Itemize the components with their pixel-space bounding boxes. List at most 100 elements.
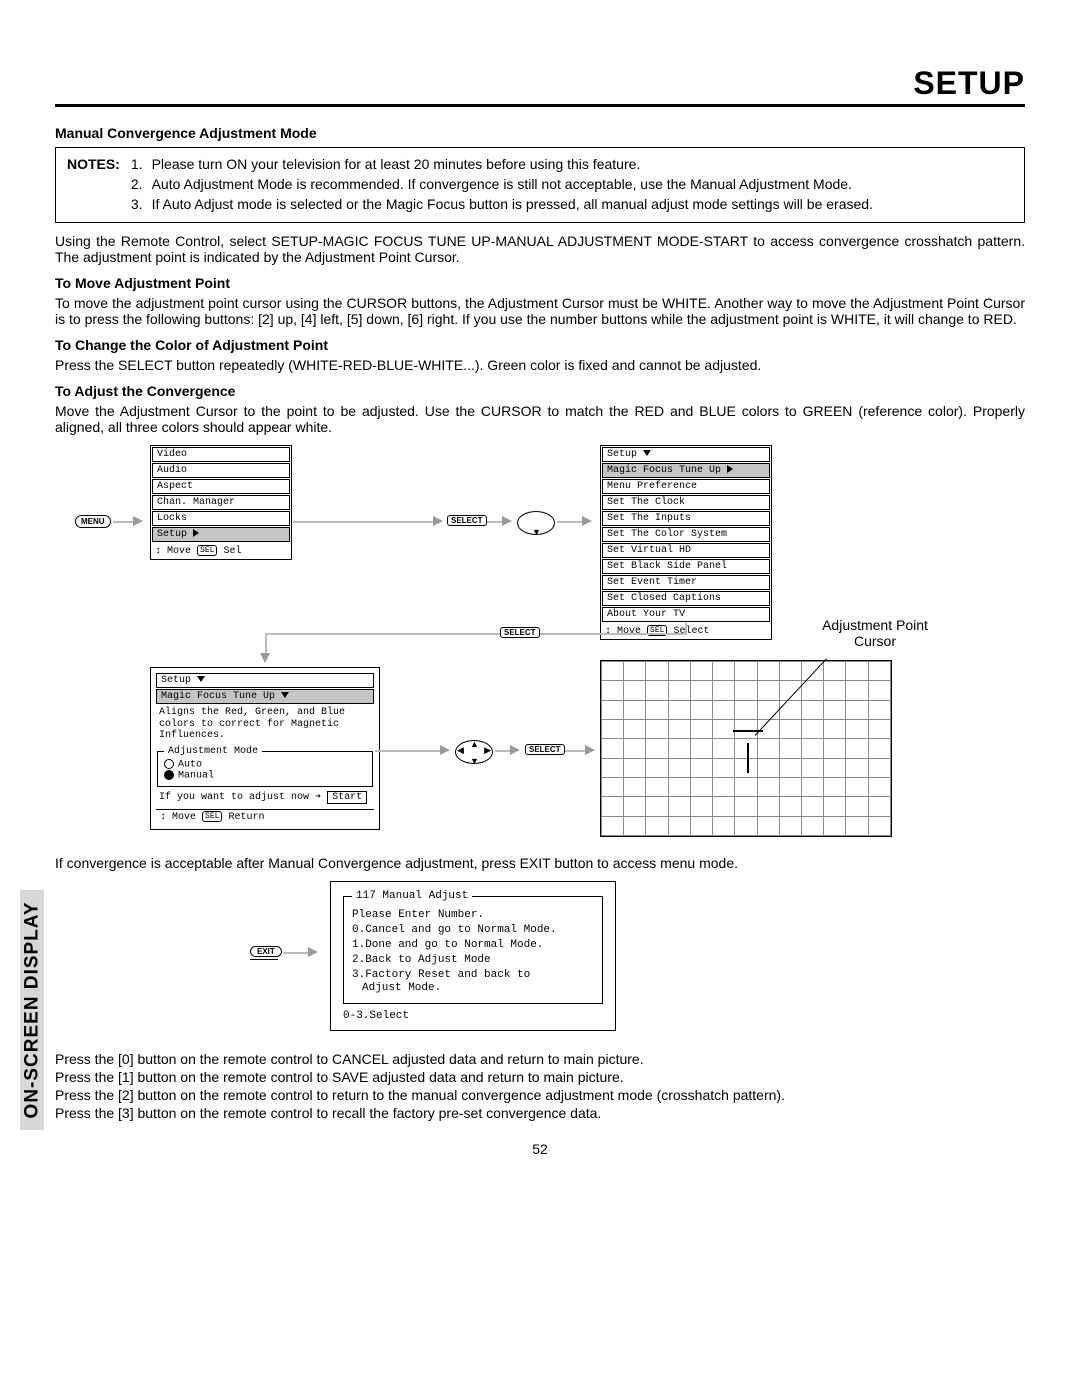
paragraph-intro: Using the Remote Control, select SETUP-M… <box>55 233 1025 265</box>
section-move-point-title: To Move Adjustment Point <box>55 275 1025 291</box>
page-title: SETUP <box>55 65 1025 102</box>
menu-badge: MENU <box>75 515 111 528</box>
menu2-item: Set Black Side Panel <box>602 559 770 574</box>
flow-line <box>283 952 308 954</box>
exit-opt-3a: 3.Factory Reset and back to <box>352 969 594 981</box>
menu2-item: Set The Color System <box>602 527 770 542</box>
magic-title: Setup <box>156 673 374 688</box>
note-1-num: 1. <box>130 155 149 173</box>
note-1-text: Please turn ON your television for at le… <box>151 155 874 173</box>
cursor-pad-icon: ▼ <box>517 511 555 535</box>
menu1-item-selected: Setup <box>152 527 290 542</box>
flow-line <box>557 521 582 523</box>
menu2-item: Set Closed Captions <box>602 591 770 606</box>
magic-desc: Aligns the Red, Green, and Blue colors t… <box>155 705 375 744</box>
arrow-right-icon <box>502 516 512 526</box>
arrow-right-icon <box>585 745 595 755</box>
paragraph-move: To move the adjustment point cursor usin… <box>55 295 1025 327</box>
paragraph-btn0: Press the [0] button on the remote contr… <box>55 1051 1025 1067</box>
menu1-item: Locks <box>152 511 290 526</box>
osd-exit-menu: 117 Manual Adjust Please Enter Number. 0… <box>330 881 616 1031</box>
diagram-area: MENU Video Audio Aspect Chan. Manager Lo… <box>75 445 1025 845</box>
menu1-item: Chan. Manager <box>152 495 290 510</box>
paragraph-btn1: Press the [1] button on the remote contr… <box>55 1069 1025 1085</box>
menu1-item: Video <box>152 447 290 462</box>
arrow-right-icon <box>440 745 450 755</box>
menu2-item: Set The Inputs <box>602 511 770 526</box>
page-header: SETUP <box>55 65 1025 107</box>
exit-line: Please Enter Number. <box>352 909 594 921</box>
section-adjust-conv-title: To Adjust the Convergence <box>55 383 1025 399</box>
exit-diagram: EXIT 117 Manual Adjust Please Enter Numb… <box>155 881 1025 1041</box>
arrow-right-icon <box>510 745 520 755</box>
select-badge: SELECT <box>447 515 487 526</box>
triangle-down-icon <box>281 692 289 698</box>
menu2-item: Set Event Timer <box>602 575 770 590</box>
note-3-num: 3. <box>130 195 149 213</box>
cursor-pad-icon: ▲▼◀▶ <box>455 740 493 764</box>
arrow-right-icon <box>433 516 443 526</box>
arrow-right-icon <box>133 516 143 526</box>
menu2-item-selected: Magic Focus Tune Up <box>602 463 770 478</box>
menu2-item: About Your TV <box>602 607 770 622</box>
note-3-text: If Auto Adjust mode is selected or the M… <box>151 195 874 213</box>
triangle-right-icon <box>193 529 199 537</box>
note-2-num: 2. <box>130 175 149 193</box>
paragraph-btn2: Press the [2] button on the remote contr… <box>55 1087 1025 1103</box>
menu1-hint: ↕ Move SEL Sel <box>151 543 291 559</box>
start-button: Start <box>327 791 367 804</box>
triangle-right-icon <box>727 465 733 473</box>
notes-label: NOTES: <box>66 155 128 173</box>
crosshatch-grid <box>600 660 892 837</box>
menu2-title: Setup <box>602 447 770 462</box>
arrow-down-icon <box>260 653 270 663</box>
exit-opt-0: 0.Cancel and go to Normal Mode. <box>352 924 594 936</box>
triangle-down-icon <box>197 676 205 682</box>
adjustment-point-label: Adjustment Point Cursor <box>795 617 955 649</box>
exit-badge: EXIT <box>250 946 282 957</box>
adjustment-mode-fieldset: Adjustment Mode Auto Manual <box>157 746 373 787</box>
menu2-item: Menu Preference <box>602 479 770 494</box>
flow-line <box>375 750 440 752</box>
adjustment-cursor-v <box>747 743 749 773</box>
flow-line <box>565 750 585 752</box>
osd-magic-focus: Setup Magic Focus Tune Up Aligns the Red… <box>150 667 380 830</box>
menu1-item: Aspect <box>152 479 290 494</box>
exit-opt-2: 2.Back to Adjust Mode <box>352 954 594 966</box>
flow-line <box>487 521 502 523</box>
magic-hint: ↕ Move SEL Return <box>156 809 374 824</box>
flow-line <box>265 633 687 635</box>
paragraph-after-adjust: If convergence is acceptable after Manua… <box>55 855 1025 871</box>
magic-prompt-row: If you want to adjust now ➔ Start <box>155 791 375 808</box>
note-2-text: Auto Adjustment Mode is recommended. If … <box>151 175 874 193</box>
select-badge: SELECT <box>500 627 540 638</box>
exit-legend: 117 Manual Adjust <box>352 890 472 902</box>
menu2-item: Set Virtual HD <box>602 543 770 558</box>
flow-line <box>293 521 433 523</box>
flow-line <box>495 750 510 752</box>
arrow-right-icon <box>308 947 318 957</box>
paragraph-adjust: Move the Adjustment Cursor to the point … <box>55 403 1025 435</box>
flow-line <box>265 633 267 653</box>
exit-footer: 0-3.Select <box>343 1010 603 1022</box>
paragraph-btn3: Press the [3] button on the remote contr… <box>55 1105 1025 1121</box>
adjustment-mode-legend: Adjustment Mode <box>164 746 262 757</box>
section-change-color-title: To Change the Color of Adjustment Point <box>55 337 1025 353</box>
exit-fieldset: 117 Manual Adjust Please Enter Number. 0… <box>343 890 603 1004</box>
exit-opt-1: 1.Done and go to Normal Mode. <box>352 939 594 951</box>
paragraph-color: Press the SELECT button repeatedly (WHIT… <box>55 357 1025 373</box>
menu1-item: Audio <box>152 463 290 478</box>
menu2-item: Set The Clock <box>602 495 770 510</box>
magic-subtitle: Magic Focus Tune Up <box>156 689 374 704</box>
exit-opt-3b: Adjust Mode. <box>352 982 594 994</box>
flow-line <box>113 521 133 523</box>
arrow-right-icon <box>582 516 592 526</box>
triangle-down-icon <box>643 450 651 456</box>
notes-box: NOTES: 1. Please turn ON your television… <box>55 147 1025 223</box>
osd-setup-menu: Setup Magic Focus Tune Up Menu Preferenc… <box>600 445 772 640</box>
osd-main-menu: Video Audio Aspect Chan. Manager Locks S… <box>150 445 292 560</box>
select-badge: SELECT <box>525 744 565 755</box>
flow-line <box>685 623 687 633</box>
radio-auto: Auto <box>164 759 366 771</box>
section-manual-conv-title: Manual Convergence Adjustment Mode <box>55 125 1025 141</box>
